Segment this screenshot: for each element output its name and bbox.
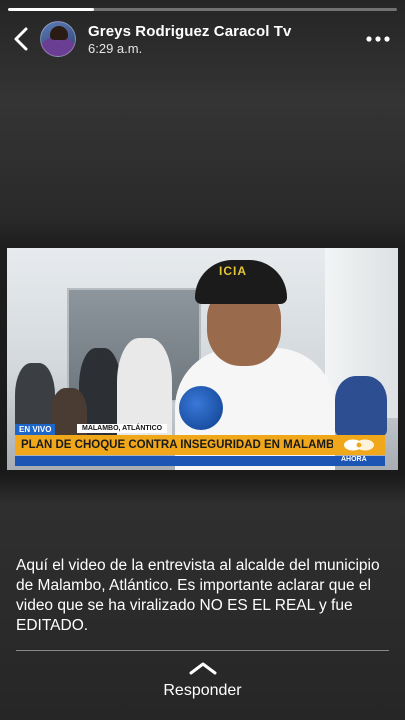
- reply-label: Responder: [163, 682, 242, 699]
- news-headline: PLAN DE CHOQUE CONTRA INSEGURIDAD EN MAL…: [21, 439, 344, 451]
- news-ticker: [15, 456, 385, 466]
- story-screen: Greys Rodriguez Caracol Tv 6:29 a.m. ICI…: [0, 0, 405, 720]
- author-name[interactable]: Greys Rodriguez Caracol Tv: [88, 23, 292, 40]
- story-progress-bar: [8, 8, 397, 11]
- location-tag: MALAMBO, ATLÁNTICO: [77, 424, 168, 433]
- divider: [16, 650, 389, 651]
- reply-button[interactable]: Responder: [0, 660, 405, 710]
- chevron-up-icon: [189, 662, 216, 675]
- cap-text: ICIA: [219, 264, 247, 278]
- story-video[interactable]: ICIA EN VIVO MALAMBO, ATLÁNTICO PLAN DE …: [7, 248, 398, 470]
- avatar[interactable]: [40, 21, 76, 57]
- caracol-logo-icon: [344, 439, 374, 451]
- post-timestamp: 6:29 a.m.: [88, 41, 143, 56]
- news-headline-bar: PLAN DE CHOQUE CONTRA INSEGURIDAD EN MAL…: [15, 435, 343, 455]
- story-header: Greys Rodriguez Caracol Tv 6:29 a.m.: [0, 18, 405, 62]
- microphone: [179, 386, 223, 430]
- ticker-label: AHORA: [341, 456, 367, 463]
- channel-logo: [333, 435, 385, 455]
- chevron-left-icon: [14, 27, 28, 51]
- sign-language-interpreter: [335, 376, 387, 436]
- more-horizontal-icon: [366, 36, 390, 42]
- story-progress-fill: [8, 8, 94, 11]
- more-options-button[interactable]: [363, 26, 393, 52]
- story-caption: Aquí el video de la entrevista al alcald…: [16, 557, 380, 634]
- live-badge: EN VIVO: [15, 424, 56, 435]
- back-button[interactable]: [8, 24, 34, 54]
